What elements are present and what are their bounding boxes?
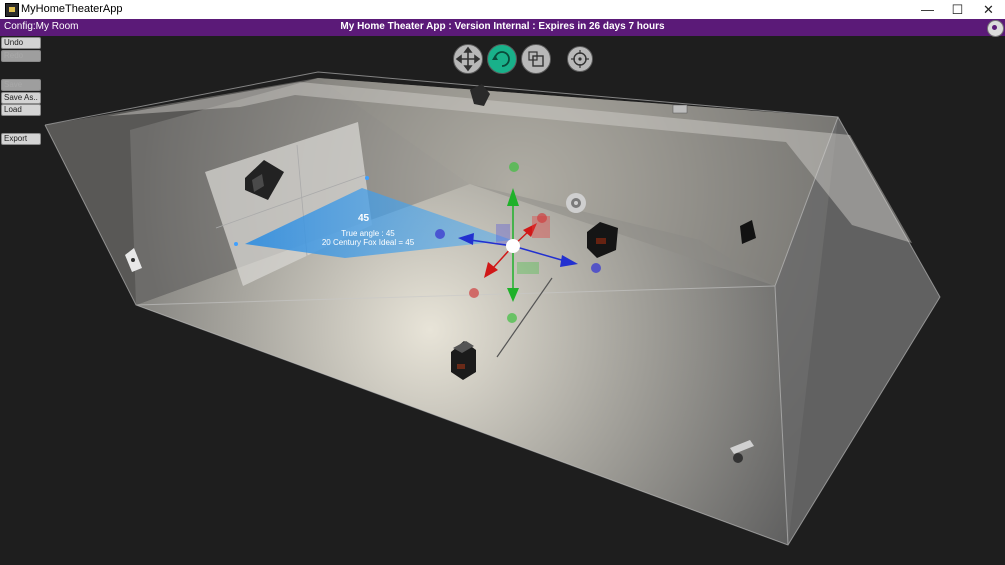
settings-gear-icon[interactable]: [987, 20, 1004, 37]
rotate-icon: [492, 51, 510, 67]
scale-tool-button[interactable]: [521, 44, 551, 74]
minimize-button[interactable]: —: [912, 0, 943, 19]
angle-value: 45: [358, 213, 370, 224]
save-button[interactable]: Save: [1, 79, 41, 91]
undo-button[interactable]: Undo: [1, 37, 41, 49]
true-angle-label: True angle : 45: [341, 229, 395, 238]
light-icon: [566, 193, 586, 213]
app-icon: [5, 3, 19, 17]
ideal-angle-label: 20 Century Fox Ideal = 45: [321, 238, 415, 247]
move-tool-button[interactable]: [453, 44, 483, 74]
move-arrows-icon: [455, 46, 481, 72]
close-button[interactable]: ✕: [973, 0, 1004, 19]
maximize-button[interactable]: ☐: [942, 0, 973, 19]
load-button[interactable]: Load: [1, 104, 41, 116]
speaker-ceiling-back: [672, 104, 688, 114]
app-header-title: My Home Theater App : Version Internal :…: [340, 21, 665, 32]
crosshair-icon: [571, 50, 589, 68]
3d-viewport[interactable]: [0, 36, 1005, 565]
window-title: MyHomeTheaterApp: [21, 3, 123, 15]
window-title-bar: MyHomeTheaterApp — ☐ ✕: [0, 0, 1005, 20]
export-button[interactable]: Export: [1, 133, 41, 145]
app-header: Config:My Room My Home Theater App : Ver…: [0, 19, 1005, 36]
focus-tool-button[interactable]: [567, 46, 593, 72]
redo-button[interactable]: Redo: [1, 50, 41, 62]
save-as-button[interactable]: Save As..: [1, 92, 41, 104]
scale-icon: [528, 51, 544, 67]
rotate-tool-button[interactable]: [487, 44, 517, 74]
